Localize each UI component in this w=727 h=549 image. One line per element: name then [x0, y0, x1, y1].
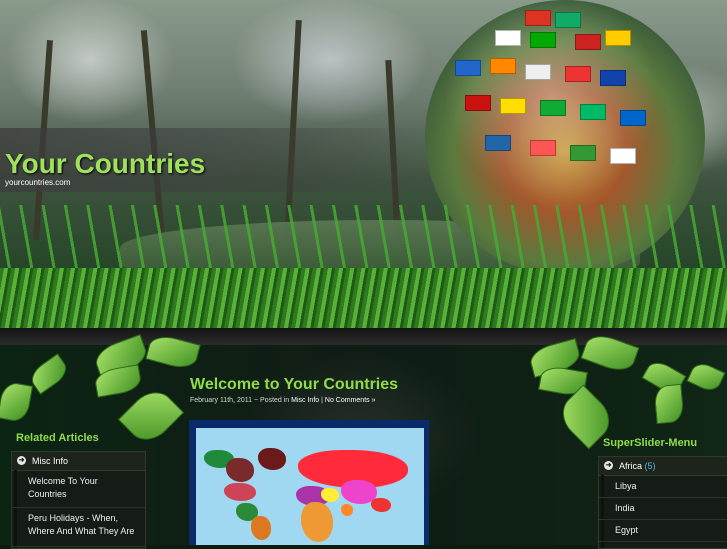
menu-item-label[interactable]: Egypt: [615, 524, 638, 537]
world-map-image: [196, 428, 424, 545]
site-title[interactable]: Your Countries: [5, 148, 205, 180]
post-category-link[interactable]: Misc Info: [291, 397, 319, 404]
flag: [525, 64, 551, 80]
category-africa[interactable]: ➜ Africa (5): [599, 457, 727, 476]
category-label: Misc Info: [32, 456, 69, 466]
flag: [455, 60, 481, 76]
flag: [500, 98, 526, 114]
flag: [485, 135, 511, 151]
site-url: yourcountries.com: [5, 178, 71, 187]
related-articles-title: Related Articles: [16, 432, 99, 444]
arrow-circle-icon: ➜: [17, 456, 26, 465]
flag: [540, 100, 566, 116]
related-article-item[interactable]: Welcome To Your Countries: [12, 471, 145, 508]
land-mass: [341, 504, 353, 516]
flag: [570, 145, 596, 161]
land-mass: [224, 483, 256, 501]
category-label: Africa (5): [619, 461, 656, 471]
article-link[interactable]: Peru Holidays - When, Where And What The…: [28, 512, 142, 538]
menu-item-label[interactable]: Libya: [615, 480, 637, 493]
grass-blades: [0, 205, 727, 275]
related-article-item[interactable]: Peru Holidays - When, Where And What The…: [12, 508, 145, 547]
flag: [565, 66, 591, 82]
flag: [555, 12, 581, 28]
post-meta: February 11th, 2011 ~ Posted in Misc Inf…: [190, 397, 375, 404]
related-articles-box: ➜ Misc Info Welcome To Your Countries Pe…: [11, 451, 146, 549]
menu-item-label[interactable]: India: [615, 502, 635, 515]
flag: [600, 70, 626, 86]
meta-separator: |: [321, 397, 323, 404]
land-mass: [321, 488, 339, 502]
article-link[interactable]: Welcome To Your Countries: [28, 475, 138, 501]
flag: [530, 32, 556, 48]
superslider-menu-title: SuperSlider-Menu: [603, 437, 698, 449]
flag: [465, 95, 491, 111]
land-mass: [226, 458, 254, 482]
menu-item[interactable]: Egypt: [599, 520, 727, 542]
flag: [495, 30, 521, 46]
posted-in-label: Posted in: [260, 397, 290, 404]
post-date: February 11th, 2011: [190, 397, 253, 404]
category-misc-info[interactable]: ➜ Misc Info: [12, 452, 145, 471]
comments-link[interactable]: No Comments »: [325, 397, 376, 404]
land-mass: [301, 502, 333, 542]
superslider-menu-box: ➜ Africa (5) Libya India Egypt: [598, 456, 727, 549]
land-mass: [258, 448, 286, 470]
menu-item[interactable]: Libya: [599, 476, 727, 498]
site-header: Your Countries yourcountries.com: [0, 0, 727, 328]
post-title[interactable]: Welcome to Your Countries: [190, 376, 398, 394]
category-name: Africa: [619, 461, 643, 471]
flag: [580, 104, 606, 120]
flag: [525, 10, 551, 26]
menu-item[interactable]: India: [599, 498, 727, 520]
flag: [490, 58, 516, 74]
grass: [0, 268, 727, 328]
arrow-circle-icon: ➜: [604, 461, 613, 470]
flag: [530, 140, 556, 156]
flag: [610, 148, 636, 164]
category-count: (5): [644, 461, 656, 471]
meta-separator: ~: [253, 397, 259, 404]
land-mass: [371, 498, 391, 512]
land-mass: [251, 516, 271, 540]
flag: [575, 34, 601, 50]
flag: [620, 110, 646, 126]
flag: [605, 30, 631, 46]
